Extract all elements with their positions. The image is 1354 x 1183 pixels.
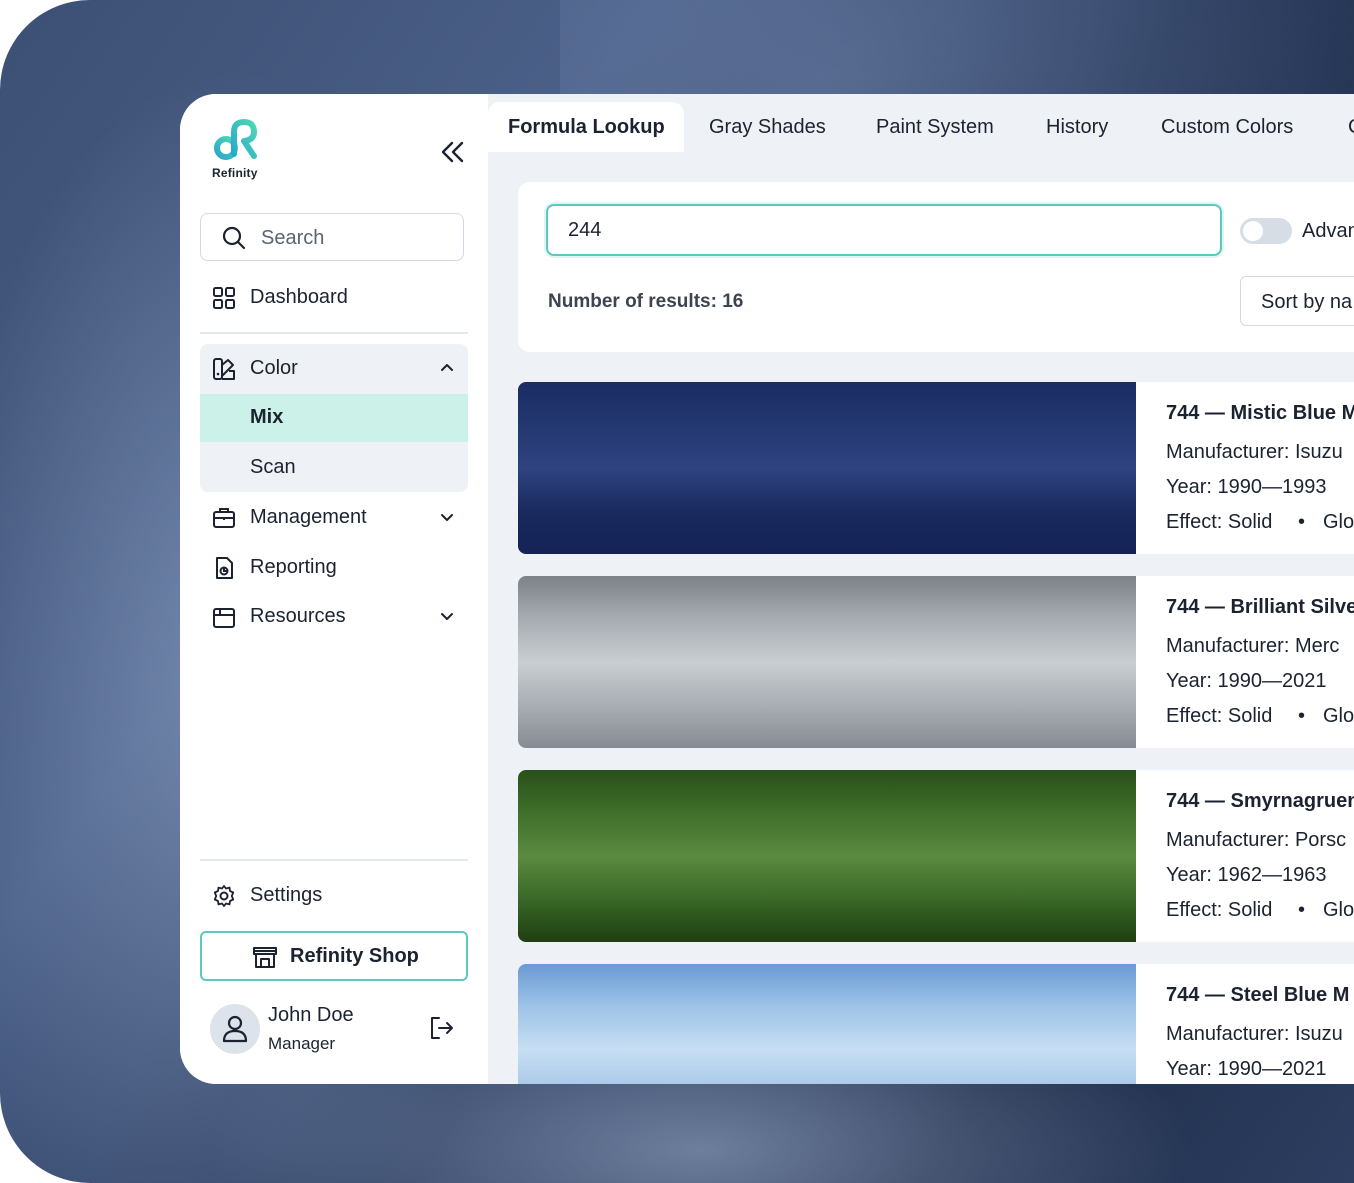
user-icon (222, 1015, 248, 1043)
bullet-separator: • (1298, 899, 1306, 921)
advanced-toggle-label: Advan (1302, 220, 1354, 242)
color-swatch (518, 382, 1136, 554)
result-finish: Glo (1323, 899, 1354, 921)
result-manufacturer: Manufacturer: Isuzu (1166, 1023, 1343, 1045)
result-info: 744 — Smyrnagruen Manufacturer: Porsc Ye… (1166, 770, 1354, 942)
result-year: Year: 1990—2021 (1166, 670, 1327, 692)
result-title: 744 — Brilliant Silve (1166, 596, 1354, 618)
sidebar-item-label: Settings (250, 884, 323, 906)
report-document-icon (216, 557, 233, 579)
tab-more[interactable]: C (1328, 102, 1354, 152)
tab-history[interactable]: History (1026, 102, 1128, 152)
sidebar-divider (200, 859, 468, 861)
gear-icon (213, 885, 235, 907)
sidebar-subitem-scan[interactable]: Scan (200, 444, 468, 492)
sort-dropdown[interactable]: Sort by na (1240, 276, 1354, 326)
tab-bar: Formula Lookup Gray Shades Paint System … (488, 102, 1354, 160)
results-count: Number of results: 16 (548, 291, 744, 312)
formula-search-input[interactable] (546, 204, 1222, 256)
storefront-icon (253, 947, 277, 968)
sidebar-item-label: Color (250, 357, 298, 379)
result-effect: Effect: Solid (1166, 899, 1273, 921)
sidebar-item-resources[interactable]: Resources (200, 593, 468, 641)
logout-icon (431, 1017, 453, 1039)
app-window: Refinity Search Dashboard Color Mix Scan… (180, 94, 1354, 1084)
sidebar-item-label: Reporting (250, 556, 337, 578)
result-card[interactable]: 744 — Brilliant Silve Manufacturer: Merc… (518, 576, 1354, 748)
result-manufacturer: Manufacturer: Porsc (1166, 829, 1347, 851)
result-info: 744 — Steel Blue M Manufacturer: Isuzu Y… (1166, 964, 1354, 1084)
result-manufacturer: Manufacturer: Isuzu (1166, 441, 1343, 463)
result-card[interactable]: 744 — Smyrnagruen Manufacturer: Porsc Ye… (518, 770, 1354, 942)
sidebar-item-label: Management (250, 506, 367, 528)
logout-button[interactable] (428, 1014, 456, 1042)
color-swatch (518, 770, 1136, 942)
search-icon (222, 226, 246, 250)
result-title: 744 — Mistic Blue M (1166, 402, 1354, 424)
double-chevron-left-icon (441, 141, 464, 163)
result-info: 744 — Mistic Blue M Manufacturer: Isuzu … (1166, 382, 1354, 554)
sidebar-item-management[interactable]: Management (200, 494, 468, 542)
result-title: 744 — Steel Blue M (1166, 984, 1350, 1006)
tab-formula-lookup[interactable]: Formula Lookup (488, 102, 684, 152)
user-name: John Doe (268, 1004, 354, 1026)
formula-search-panel: Advan Number of results: 16 Sort by na (518, 182, 1354, 352)
sidebar-item-reporting[interactable]: Reporting (200, 544, 468, 592)
bullet-separator: • (1298, 705, 1306, 727)
result-year: Year: 1962—1963 (1166, 864, 1327, 886)
archive-box-icon (213, 608, 235, 628)
result-card[interactable]: 744 — Steel Blue M Manufacturer: Isuzu Y… (518, 964, 1354, 1084)
sidebar-item-label: Dashboard (250, 286, 348, 308)
result-title: 744 — Smyrnagruen (1166, 790, 1354, 812)
tab-paint-system[interactable]: Paint System (856, 102, 1014, 152)
sidebar-item-label: Resources (250, 605, 346, 627)
logo-text: Refinity (212, 166, 258, 180)
sidebar-search-input[interactable] (259, 222, 453, 254)
color-swatch (518, 576, 1136, 748)
refinity-logo: Refinity (212, 118, 282, 182)
tab-gray-shades[interactable]: Gray Shades (689, 102, 846, 152)
result-finish: Glo (1323, 511, 1354, 533)
sidebar-divider (200, 332, 468, 334)
result-effect: Effect: Solid (1166, 511, 1273, 533)
sidebar-subitem-mix[interactable]: Mix (200, 394, 468, 442)
color-swatch (518, 964, 1136, 1084)
result-finish: Glo (1323, 705, 1354, 727)
background-stage: Refinity Search Dashboard Color Mix Scan… (0, 0, 1354, 1183)
result-card[interactable]: 744 — Mistic Blue M Manufacturer: Isuzu … (518, 382, 1354, 554)
main-content: Formula Lookup Gray Shades Paint System … (488, 94, 1354, 1084)
bullet-separator: • (1298, 511, 1306, 533)
result-info: 744 — Brilliant Silve Manufacturer: Merc… (1166, 576, 1354, 748)
refinity-shop-label: Refinity Shop (290, 945, 419, 967)
sidebar-item-dashboard[interactable]: Dashboard (200, 274, 468, 322)
chevron-down-icon (441, 514, 453, 521)
chevron-down-icon (441, 613, 453, 620)
result-year: Year: 1990—2021 (1166, 1058, 1327, 1080)
briefcase-icon (213, 508, 235, 528)
dashboard-grid-icon (213, 287, 235, 309)
result-manufacturer: Manufacturer: Merc (1166, 635, 1340, 657)
result-year: Year: 1990—1993 (1166, 476, 1327, 498)
tab-custom-colors[interactable]: Custom Colors (1141, 102, 1313, 152)
color-swatch-icon (213, 358, 235, 380)
refinity-logo-mark (214, 119, 257, 160)
result-effect: Effect: Solid (1166, 705, 1273, 727)
sidebar-item-settings[interactable]: Settings (200, 872, 468, 920)
sidebar-subitem-label: Scan (250, 456, 296, 478)
user-role: Manager (268, 1034, 336, 1053)
sidebar: Refinity Search Dashboard Color Mix Scan… (180, 94, 488, 1084)
sidebar-item-color[interactable]: Color (200, 345, 468, 393)
sidebar-search[interactable] (200, 213, 464, 261)
collapse-sidebar-button[interactable] (438, 138, 468, 166)
chevron-up-icon (441, 364, 453, 371)
refinity-shop-button[interactable]: Refinity Shop (200, 931, 468, 981)
sidebar-subitem-label: Mix (250, 406, 284, 428)
advanced-toggle[interactable] (1240, 218, 1292, 244)
avatar[interactable] (210, 1004, 260, 1054)
